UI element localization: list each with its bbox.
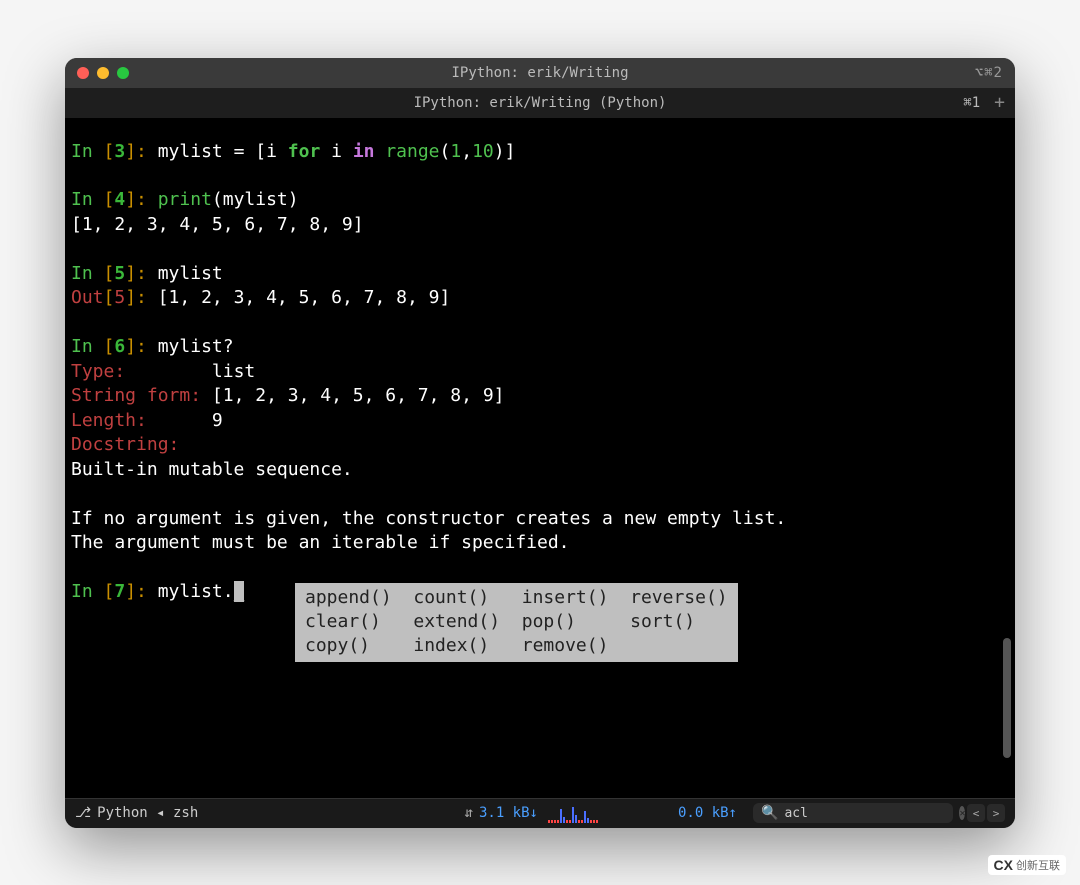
- completion-row[interactable]: copy() index() remove(): [305, 635, 608, 656]
- close-icon[interactable]: [77, 67, 89, 79]
- keyword-in: in: [353, 141, 375, 162]
- docstring: Built-in mutable sequence.: [71, 459, 353, 480]
- prev-match-button[interactable]: <: [967, 804, 985, 822]
- watermark-logo: CX: [994, 857, 1013, 873]
- search-box[interactable]: 🔍 ✕: [753, 803, 953, 823]
- network-down: 3.1 kB↓: [479, 805, 538, 821]
- prompt-in: In: [71, 141, 104, 162]
- prompt-num: 7: [114, 581, 125, 602]
- watermark: CX 创新互联: [988, 855, 1066, 875]
- statusbar: ⎇ Python ◂ zsh ⇵ 3.1 kB↓ 0.0 kB↑ 🔍 ✕: [65, 798, 1015, 828]
- prompt-num: 6: [114, 336, 125, 357]
- docstring: If no argument is given, the constructor…: [71, 508, 786, 529]
- terminal-output: In [3]: mylist = [i for i in range(1,10)…: [71, 140, 1009, 605]
- next-match-button[interactable]: >: [987, 804, 1005, 822]
- minimize-icon[interactable]: [97, 67, 109, 79]
- watermark-text: 创新互联: [1016, 857, 1060, 873]
- tabbar: IPython: erik/Writing (Python) ⌘1 +: [65, 88, 1015, 118]
- prompt-in: In: [71, 263, 104, 284]
- terminal-window: IPython: erik/Writing ⌥⌘2 IPython: erik/…: [65, 58, 1015, 828]
- prompt-in: In: [71, 581, 104, 602]
- clear-icon[interactable]: ✕: [959, 806, 965, 820]
- prompt-in: In: [71, 189, 104, 210]
- docstring: The argument must be an iterable if spec…: [71, 532, 570, 553]
- new-tab-button[interactable]: +: [994, 92, 1005, 113]
- tab-title[interactable]: IPython: erik/Writing (Python): [414, 95, 667, 111]
- prompt-in: In: [71, 336, 104, 357]
- cursor: _: [234, 581, 245, 602]
- output-value: [1, 2, 3, 4, 5, 6, 7, 8, 9]: [71, 214, 364, 235]
- info-label: Length:: [71, 410, 147, 431]
- code: mylist: [158, 141, 223, 162]
- keyword-for: for: [288, 141, 321, 162]
- find-nav: < >: [967, 804, 1005, 822]
- output-value: [1, 2, 3, 4, 5, 6, 7, 8, 9]: [158, 287, 451, 308]
- titlebar: IPython: erik/Writing ⌥⌘2: [65, 58, 1015, 88]
- sparkline: [548, 803, 668, 823]
- info-label: String form:: [71, 385, 201, 406]
- window-title: IPython: erik/Writing: [451, 65, 628, 81]
- completion-popup[interactable]: append() count() insert() reverse() clea…: [295, 583, 738, 662]
- tab-shortcut: ⌘1: [963, 95, 980, 111]
- search-icon: 🔍: [761, 805, 778, 821]
- completion-row[interactable]: clear() extend() pop() sort(): [305, 611, 695, 632]
- info-label: Type:: [71, 361, 125, 382]
- maximize-icon[interactable]: [117, 67, 129, 79]
- scrollbar[interactable]: [1003, 638, 1011, 758]
- window-shortcut: ⌥⌘2: [975, 65, 1003, 81]
- info-label: Docstring:: [71, 434, 179, 455]
- func-print: print: [158, 189, 212, 210]
- traffic-lights: [77, 67, 129, 79]
- search-input[interactable]: [784, 806, 953, 821]
- prompt-num: 3: [114, 141, 125, 162]
- network-up: 0.0 kB↑: [678, 805, 737, 821]
- completion-row[interactable]: append() count() insert() reverse(): [305, 587, 728, 608]
- current-input[interactable]: mylist.: [158, 581, 234, 602]
- terminal-body[interactable]: In [3]: mylist = [i for i in range(1,10)…: [65, 118, 1015, 798]
- prompt-num: 5: [114, 263, 125, 284]
- branch-icon: ⎇: [75, 805, 91, 821]
- prompt-num: 4: [114, 189, 125, 210]
- shell-process[interactable]: Python ◂ zsh: [97, 805, 198, 821]
- func-range: range: [375, 141, 440, 162]
- prompt-out: Out: [71, 287, 104, 308]
- network-down-icon: ⇵: [465, 805, 473, 821]
